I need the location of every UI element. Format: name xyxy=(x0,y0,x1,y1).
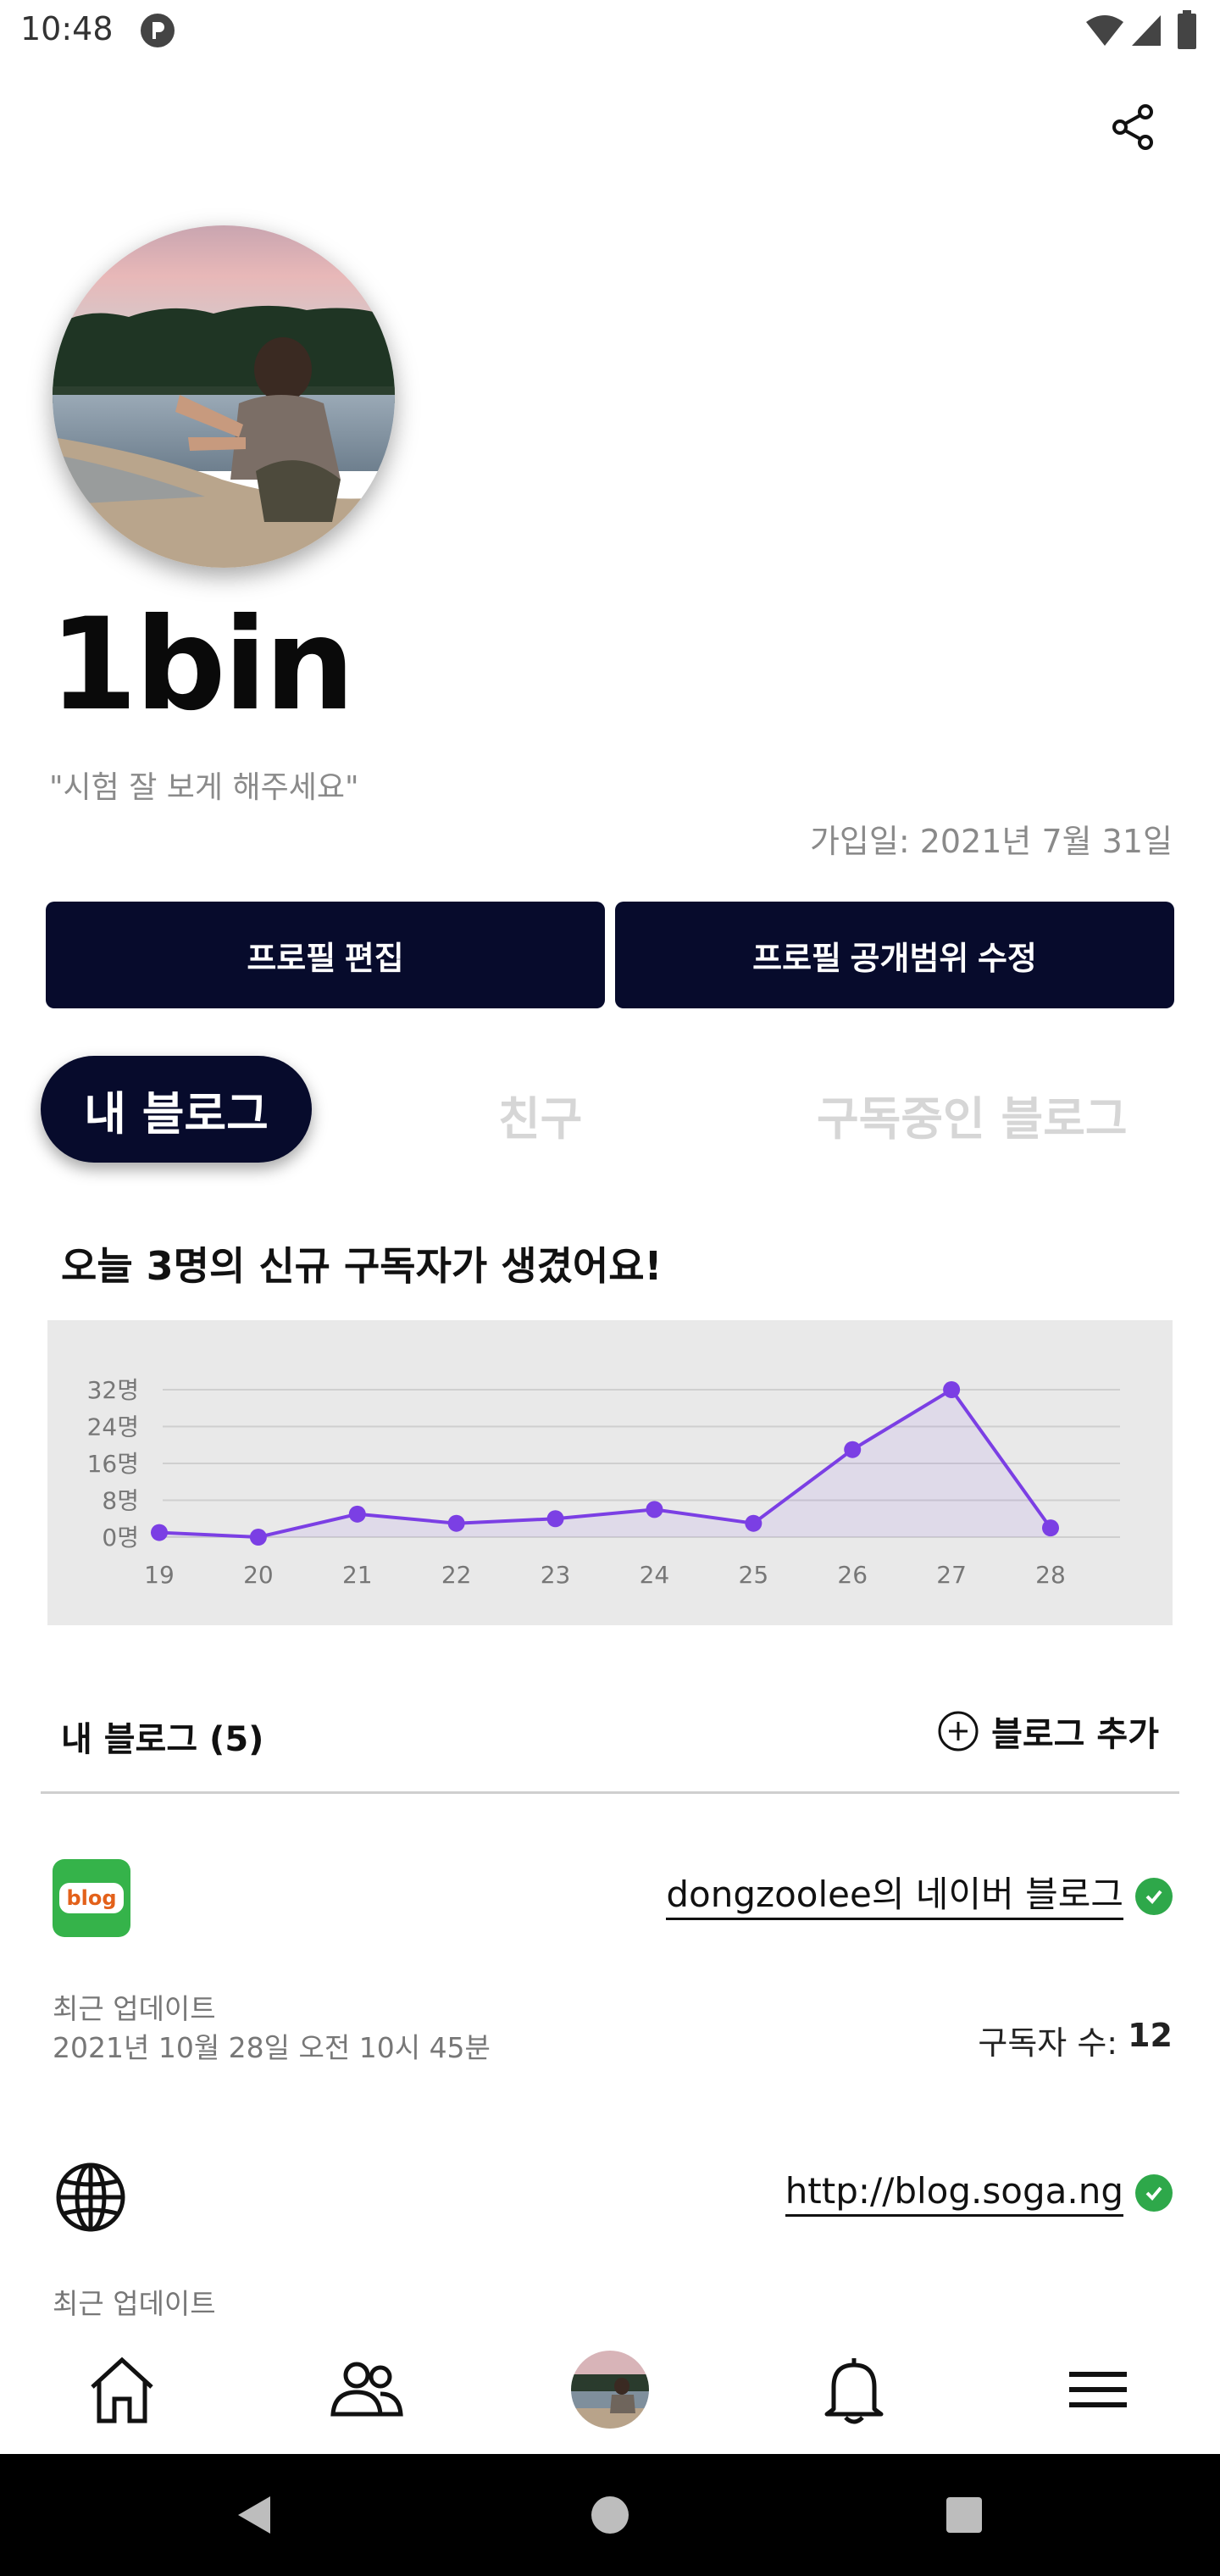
blog-update-label: 최근 업데이트 xyxy=(53,2287,216,2320)
chart-x-tick-label: 22 xyxy=(441,1561,472,1589)
bottom-navigation xyxy=(0,2332,1220,2454)
edit-visibility-button[interactable]: 프로필 공개범위 수정 xyxy=(615,902,1174,1008)
chart-x-tick-label: 20 xyxy=(243,1561,274,1589)
subscriber-count-row: 구독자 수: 12 xyxy=(978,2017,1173,2063)
blog-link[interactable]: http://blog.soga.ng xyxy=(785,2169,1123,2217)
blog-update-time: 2021년 10월 28일 오전 10시 45분 xyxy=(53,2031,491,2064)
add-blog-label: 블로그 추가 xyxy=(991,1715,1159,1754)
tab-subscribed-blogs[interactable]: 구독중인 블로그 xyxy=(817,1081,1128,1148)
chart-x-tick-label: 21 xyxy=(342,1561,373,1589)
chart-data-point xyxy=(943,1381,961,1398)
avatar xyxy=(571,2351,649,2429)
menu-icon xyxy=(1069,2372,1127,2407)
chart-data-point xyxy=(348,1505,366,1523)
status-bar: 10:48 xyxy=(0,0,1220,61)
naver-blog-logo-text: blog xyxy=(59,1883,124,1913)
chart-data-point xyxy=(447,1514,465,1532)
username: 1bin xyxy=(49,591,355,739)
verified-check-icon xyxy=(1135,1877,1173,1915)
chart-y-tick-label: 16명 xyxy=(87,1450,139,1478)
chart-canvas: 0명 8명 16명 24명 32명 19 20 21 22 23 24 25 26 27 28 xyxy=(87,1376,1120,1589)
nav-notifications[interactable] xyxy=(803,2339,905,2440)
chart-y-tick-label: 0명 xyxy=(102,1524,139,1552)
chart-y-tick-label: 8명 xyxy=(102,1487,139,1515)
back-button[interactable] xyxy=(193,2454,315,2576)
chart-x-tick-label: 23 xyxy=(541,1561,571,1589)
blog-item-1-header: dongzoolee의 네이버 블로그 xyxy=(666,1873,1173,1920)
back-icon xyxy=(238,2496,270,2534)
naver-blog-icon: blog xyxy=(53,1859,130,1937)
share-icon xyxy=(1112,104,1153,150)
chart-x-tick-label: 24 xyxy=(640,1561,670,1589)
chart-data-point xyxy=(844,1441,862,1458)
blog-item-2-header: http://blog.soga.ng xyxy=(785,2169,1173,2217)
subscriber-chart: 0명 8명 16명 24명 32명 19 20 21 22 23 24 25 26 27 28 xyxy=(47,1320,1173,1625)
recents-square-icon xyxy=(946,2497,982,2533)
home-system-button[interactable] xyxy=(549,2454,671,2576)
chart-data-point xyxy=(546,1510,564,1528)
subscriber-label: 구독자 수: xyxy=(978,2024,1118,2062)
globe-icon xyxy=(54,2161,127,2234)
verified-check-icon xyxy=(1135,2174,1173,2212)
chart-data-point xyxy=(646,1501,663,1518)
home-icon xyxy=(91,2357,153,2423)
chart-data-point xyxy=(249,1529,267,1546)
home-circle-icon xyxy=(591,2496,629,2534)
share-button[interactable] xyxy=(1101,95,1166,159)
nav-profile[interactable] xyxy=(559,2339,661,2440)
chart-data-point xyxy=(745,1514,762,1532)
join-date: 가입일: 2021년 7월 31일 xyxy=(809,823,1173,860)
chart-x-tick-label: 27 xyxy=(936,1561,967,1589)
recents-button[interactable] xyxy=(903,2454,1025,2576)
nav-menu[interactable] xyxy=(1047,2339,1149,2440)
bell-icon xyxy=(824,2358,884,2424)
signal-icon xyxy=(1132,15,1161,46)
add-blog-button[interactable]: 블로그 추가 xyxy=(937,1707,1159,1756)
blog-link[interactable]: dongzoolee의 네이버 블로그 xyxy=(666,1873,1123,1920)
tab-friends[interactable]: 친구 xyxy=(498,1081,582,1148)
nav-friends[interactable] xyxy=(315,2339,417,2440)
avatar-photo xyxy=(53,225,395,568)
chart-x-tick-label: 26 xyxy=(837,1561,868,1589)
add-circle-icon xyxy=(938,1711,979,1752)
tab-my-blog[interactable]: 내 블로그 xyxy=(41,1056,312,1163)
status-time: 10:48 xyxy=(20,10,114,47)
notification-app-icon xyxy=(141,14,175,47)
battery-icon xyxy=(1178,10,1196,49)
system-navigation-bar xyxy=(0,2454,1220,2576)
bio-text: "시험 잘 보게 해주세요" xyxy=(49,770,359,805)
chart-x-tick-label: 19 xyxy=(144,1561,175,1589)
chart-y-tick-label: 32명 xyxy=(87,1376,139,1404)
edit-profile-button[interactable]: 프로필 편집 xyxy=(46,902,605,1008)
chart-x-tick-label: 28 xyxy=(1035,1561,1066,1589)
nav-home[interactable] xyxy=(71,2339,173,2440)
people-icon xyxy=(330,2362,403,2417)
chart-data-point xyxy=(151,1524,168,1541)
chart-headline: 오늘 3명의 신규 구독자가 생겼어요! xyxy=(61,1243,663,1289)
chart-y-tick-label: 24명 xyxy=(87,1413,139,1441)
blogs-section-title: 내 블로그 (5) xyxy=(61,1720,264,1759)
profile-avatar[interactable] xyxy=(53,225,395,568)
subscriber-count: 12 xyxy=(1128,2017,1173,2054)
section-divider xyxy=(41,1791,1179,1794)
wifi-icon xyxy=(1086,15,1123,46)
chart-x-tick-label: 25 xyxy=(739,1561,769,1589)
chart-data-point xyxy=(1042,1519,1059,1537)
blog-update-label: 최근 업데이트 xyxy=(53,1992,216,2025)
